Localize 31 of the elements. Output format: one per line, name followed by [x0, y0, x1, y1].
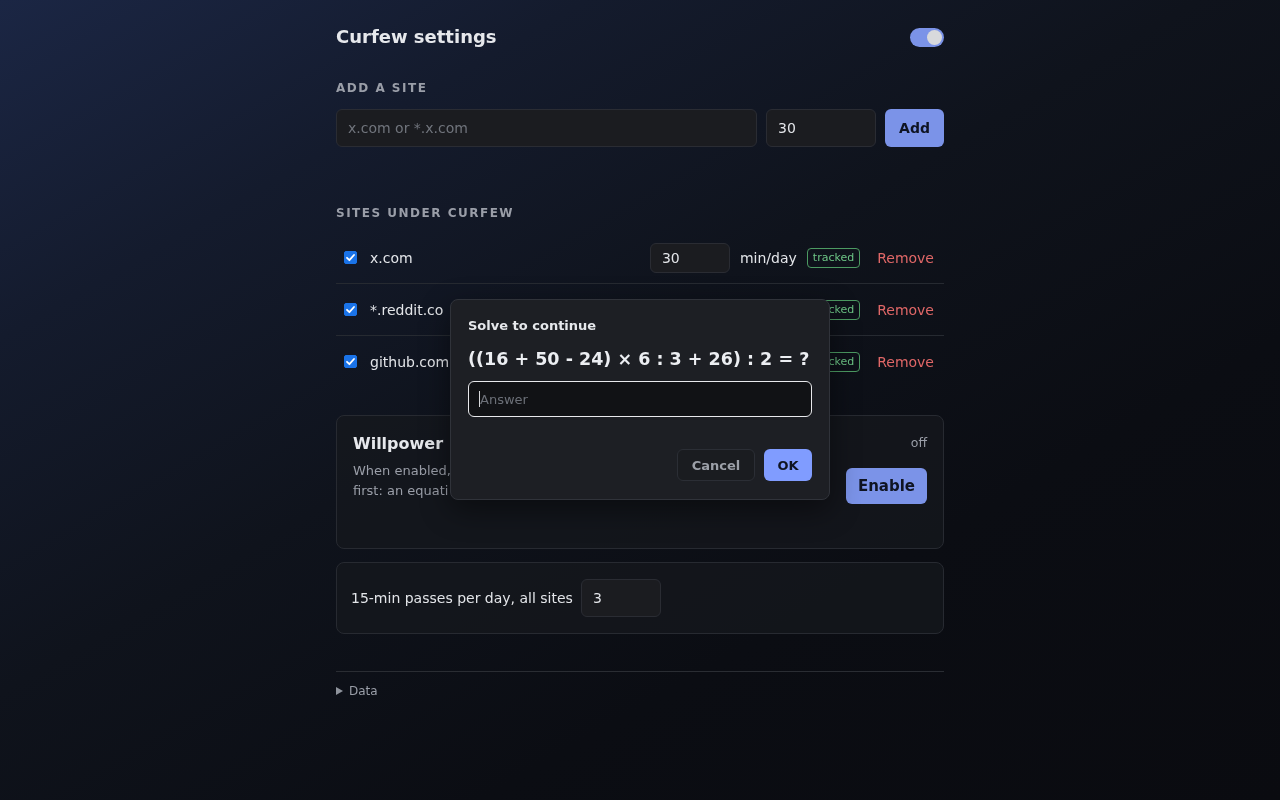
status-tag: tracked — [806, 247, 861, 268]
site-name: *.reddit.co — [370, 301, 444, 318]
description-text: When enabled, first: an equati — [353, 462, 451, 500]
minutes-input-field[interactable]: 30 — [766, 109, 876, 147]
page-title: Curfew settings — [336, 26, 497, 48]
checkbox[interactable] — [344, 251, 357, 264]
unit-label: min/day — [739, 249, 797, 266]
enable-toggle[interactable] — [910, 27, 944, 47]
card-title: Willpower — [353, 434, 444, 454]
site-name: x.com — [370, 249, 413, 266]
cancel-button[interactable]: Cancel — [677, 449, 755, 481]
status-text: off — [910, 434, 927, 451]
checkbox[interactable] — [344, 303, 357, 316]
site-name: github.com — [370, 353, 450, 370]
equation-text: ((16 + 50 - 24) × 6 : 3 + 26) : 2 = ? — [468, 348, 810, 370]
add-button[interactable]: Add — [885, 109, 944, 147]
answer-field[interactable]: Answer — [468, 381, 812, 417]
passes-input-field[interactable]: 3 — [580, 579, 661, 617]
minutes-input-field[interactable]: 30 — [649, 242, 730, 273]
remove-button[interactable]: Remove — [867, 245, 944, 270]
site-input-field[interactable]: x.com or *.x.com — [336, 109, 757, 147]
remove-button[interactable]: Remove — [867, 349, 944, 374]
dialog-title: Solve to continue — [468, 318, 597, 334]
checkbox[interactable] — [344, 355, 357, 368]
enable-button[interactable]: Enable — [846, 468, 927, 504]
remove-button[interactable]: Remove — [867, 297, 944, 322]
section-heading: ADD A SITE — [336, 80, 428, 96]
passes-label: 15-min passes per day, all sites — [351, 590, 573, 606]
section-heading: SITES UNDER CURFEW — [336, 205, 515, 221]
data-disclosure[interactable]: Data — [336, 683, 378, 699]
ok-button[interactable]: OK — [764, 449, 812, 481]
